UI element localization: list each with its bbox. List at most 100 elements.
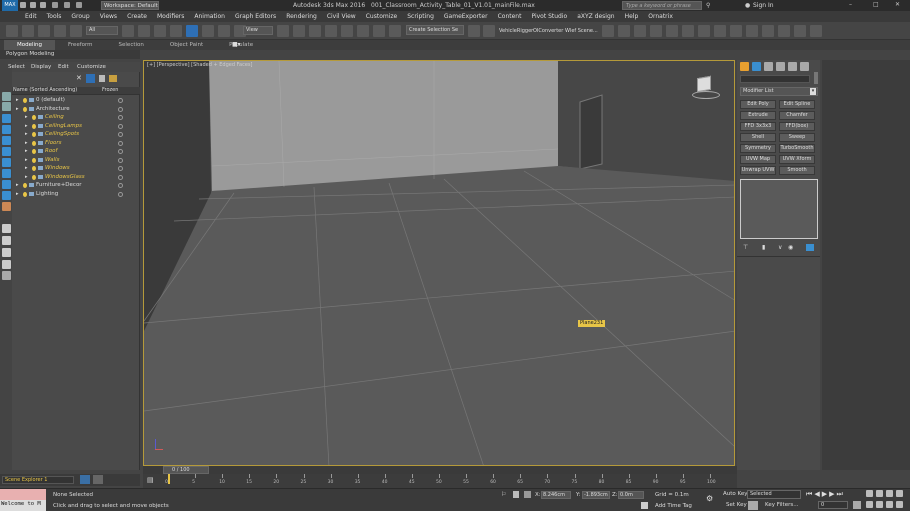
visibility-bulb-icon[interactable] <box>23 98 27 103</box>
motion-tab-icon[interactable] <box>776 62 785 71</box>
menu-edit[interactable]: Edit <box>58 64 69 70</box>
explorer-layer-icon[interactable] <box>93 475 103 484</box>
col-frozen-header[interactable]: Frozen <box>102 87 118 93</box>
visibility-bulb-icon[interactable] <box>32 115 36 120</box>
lights-filter-icon[interactable] <box>2 147 11 156</box>
workspace-dropdown[interactable]: Workspace: Default <box>101 1 159 10</box>
freeze-icon[interactable] <box>118 166 123 171</box>
frozen-filter-icon[interactable] <box>2 248 11 257</box>
menu-gameexporter[interactable]: GameExporter <box>439 11 493 22</box>
ribbon-options-icon[interactable]: ■▾ <box>232 41 241 48</box>
modifier-button-extrude[interactable]: Extrude <box>740 111 776 120</box>
modifier-list-dropdown[interactable]: Modifier List ▾ <box>740 87 818 96</box>
scene-tree-row[interactable]: ▸ Furniture+Decor <box>12 181 140 190</box>
absolute-mode-icon[interactable] <box>524 491 531 498</box>
ribbon-tab-freeform[interactable]: Freeform <box>55 40 106 50</box>
lock-icon[interactable] <box>99 75 105 82</box>
align-button[interactable] <box>483 25 495 37</box>
cameras-filter-icon[interactable] <box>2 158 11 167</box>
key-filters-button[interactable]: Key Filters... <box>765 502 798 508</box>
project-folder-icon[interactable] <box>76 2 82 8</box>
wlef-scene-button[interactable]: Wlef Scene... <box>565 28 598 34</box>
menu-modifiers[interactable]: Modifiers <box>152 11 189 22</box>
show-end-result-icon[interactable]: ▮ <box>762 244 765 251</box>
select-by-name-button[interactable] <box>138 25 150 37</box>
menu-animation[interactable]: Animation <box>189 11 230 22</box>
menu-create[interactable]: Create <box>122 11 152 22</box>
freeze-icon[interactable] <box>118 149 123 154</box>
mini-curve-editor-icon[interactable]: ▤ <box>147 476 154 484</box>
perspective-viewport[interactable]: [+] [Perspective] [Shaded + Edged Faces]… <box>143 60 735 466</box>
visibility-bulb-icon[interactable] <box>23 106 27 112</box>
scene-tree-row[interactable]: ▸ Ceiling <box>12 113 140 122</box>
render-iterative-button[interactable] <box>730 25 742 37</box>
clear-filter-icon[interactable]: ✕ <box>76 74 82 82</box>
scene-tree-row[interactable]: ▸ WindowsGlass <box>12 173 140 182</box>
a360-render-button[interactable] <box>762 25 774 37</box>
material-editor-button[interactable] <box>666 25 678 37</box>
named-selection-dropdown[interactable]: Create Selection Se <box>406 25 464 35</box>
lock-selection-icon[interactable] <box>513 491 519 498</box>
zoom-extents-icon[interactable] <box>886 490 893 497</box>
visibility-bulb-icon[interactable] <box>32 157 36 163</box>
modifier-button-symmetry[interactable]: Symmetry <box>740 144 776 153</box>
visibility-bulb-icon[interactable] <box>32 140 36 146</box>
window-crossing-button[interactable] <box>170 25 182 37</box>
freeze-icon[interactable] <box>118 98 123 103</box>
scene-tree-row[interactable]: ▸ Floors <box>12 139 140 148</box>
modifier-button-uvw-xform[interactable]: UVW Xform <box>779 155 815 164</box>
mirror-button[interactable] <box>468 25 480 37</box>
save-file-icon[interactable] <box>40 2 46 8</box>
scene-tree-row[interactable]: ▸ Windows <box>12 164 140 173</box>
select-rotate-button[interactable] <box>202 25 214 37</box>
reference-coord-dropdown[interactable]: View <box>243 26 273 35</box>
menu-edit[interactable]: Edit <box>20 11 42 22</box>
bones-filter-icon[interactable] <box>2 224 11 233</box>
freeze-icon[interactable] <box>118 115 123 120</box>
menu-help[interactable]: Help <box>620 11 644 22</box>
unlink-button[interactable] <box>54 25 66 37</box>
modifier-button-turbosmooth[interactable]: TurboSmooth <box>779 144 815 153</box>
link-button[interactable] <box>38 25 50 37</box>
percent-snap-button[interactable] <box>357 25 369 37</box>
groups-filter-icon[interactable] <box>2 191 11 200</box>
isolate-icon[interactable]: ⚐ <box>501 491 506 498</box>
polygon-modeling-label[interactable]: Polygon Modeling <box>6 51 54 57</box>
rendered-frame-button[interactable] <box>698 25 710 37</box>
zoom-all-icon[interactable] <box>876 490 883 497</box>
command-panel-scrollbar[interactable] <box>814 72 818 84</box>
menu-scripting[interactable]: Scripting <box>402 11 439 22</box>
toggle-ribbon-button[interactable] <box>618 25 630 37</box>
menu-select[interactable]: Select <box>8 64 25 70</box>
time-slider-thumb[interactable]: 0 / 100 <box>163 466 209 474</box>
scene-tree-row[interactable]: ▸ Architecture <box>12 105 140 114</box>
shapes-filter-icon[interactable] <box>2 136 11 145</box>
freeze-icon[interactable] <box>118 174 123 180</box>
menu-graph-editors[interactable]: Graph Editors <box>230 11 281 22</box>
ribbon-tab-populate[interactable]: Populate <box>216 40 266 50</box>
ribbon-tab-selection[interactable]: Selection <box>106 40 157 50</box>
configure-sets-icon[interactable] <box>806 244 814 251</box>
select-object-button[interactable] <box>122 25 134 37</box>
add-time-tag[interactable]: Add Time Tag <box>655 503 692 509</box>
expand-arrow-icon[interactable]: ▸ <box>25 130 28 139</box>
viewport-label[interactable]: [+] [Perspective] [Shaded + Edged Faces] <box>147 62 253 68</box>
scene-explorer-selector[interactable]: Scene Explorer 1 <box>2 476 74 484</box>
prev-frame-icon[interactable]: ◀ <box>814 490 821 498</box>
xrefs-filter-icon[interactable] <box>2 202 11 211</box>
freeze-icon[interactable] <box>118 123 123 129</box>
key-icon[interactable]: ⚙ <box>706 494 713 503</box>
select-move-button[interactable] <box>186 25 198 37</box>
find-icon[interactable] <box>86 74 95 83</box>
ribbon-tab-object-paint[interactable]: Object Paint <box>157 40 216 50</box>
user-icon[interactable]: ● <box>745 2 750 9</box>
freeze-icon[interactable] <box>118 132 123 137</box>
expand-arrow-icon[interactable]: ▸ <box>16 190 19 199</box>
pin-stack-icon[interactable]: ⊤ <box>743 244 748 251</box>
sign-in-link[interactable]: Sign In <box>753 2 774 9</box>
track-bar[interactable]: ▤ 0 5 10 15 20 25 30 35 40 45 50 55 60 65 70 75 80 85 90 95… <box>143 474 737 488</box>
y-coordinate-field[interactable]: -1.893cm <box>582 491 610 499</box>
expand-arrow-icon[interactable]: ▸ <box>16 105 19 114</box>
render-production-button[interactable] <box>714 25 726 37</box>
menu-customize[interactable]: Customize <box>361 11 403 22</box>
